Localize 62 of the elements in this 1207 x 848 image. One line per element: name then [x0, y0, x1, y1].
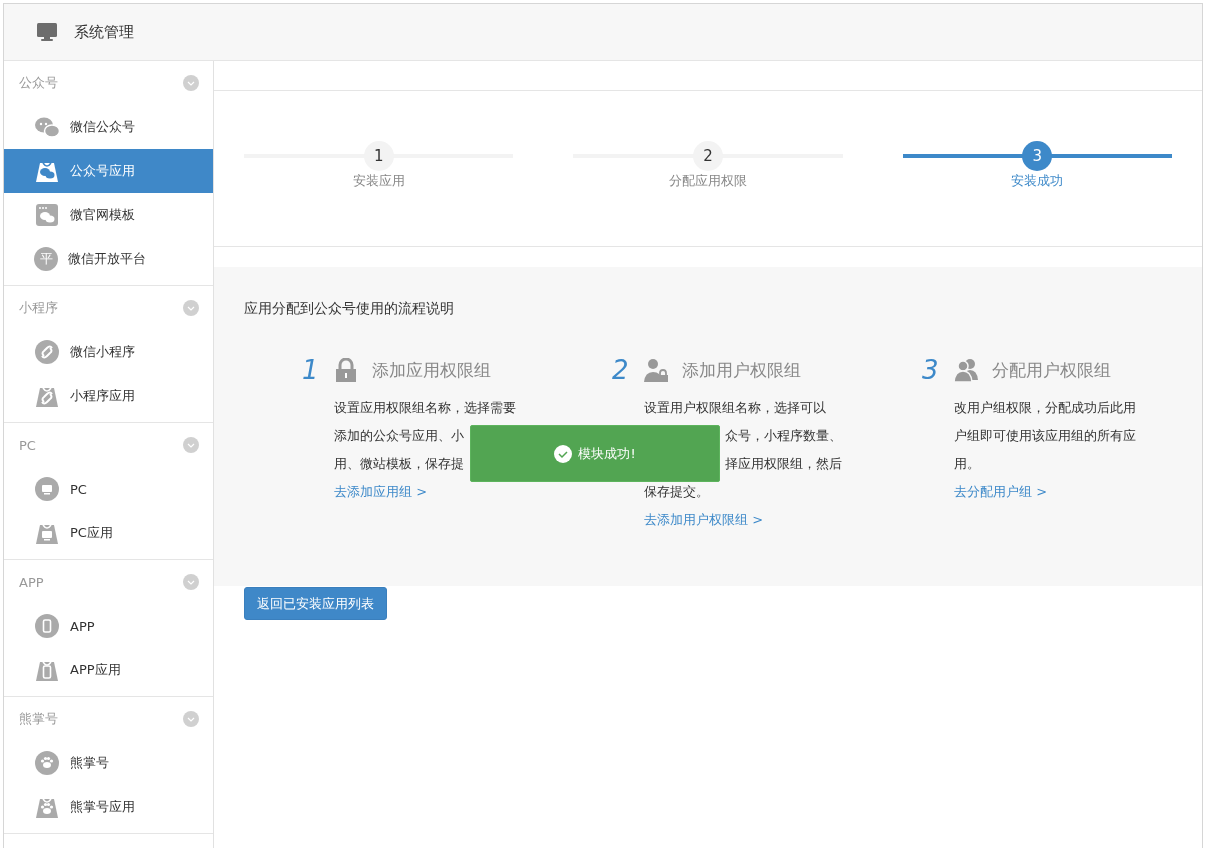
step-label: 安装成功 [1011, 172, 1064, 190]
description-text: 设置用户权限组名称，选择可以 [644, 399, 827, 417]
step-number: 1 [363, 141, 394, 171]
sidebar-item[interactable]: 熊掌号应用 [4, 785, 213, 829]
sidebar-item[interactable]: 微信小程序 [4, 330, 213, 374]
description-text: 用、微站模板，保存提 [334, 455, 465, 473]
chevron-icon[interactable] [183, 574, 199, 590]
step-number: 1 [302, 355, 320, 385]
sidebar-item[interactable]: 微官网模板 [4, 193, 213, 237]
sidebar-item[interactable]: PC应用 [4, 511, 213, 555]
check-icon [554, 444, 573, 463]
description-text: 保存提交。 [644, 483, 710, 501]
sidebar-item[interactable]: APP应用 [4, 648, 213, 692]
back-button[interactable]: 返回已安装应用列表 [244, 587, 387, 620]
link[interactable]: 去添加应用组 > [334, 478, 428, 506]
chevron-icon[interactable] [183, 437, 199, 453]
chevron-icon[interactable] [183, 75, 199, 91]
sidebar-item[interactable]: 熊掌号 [4, 741, 213, 785]
description-text: 户组即可使用该应用组的所有应 [954, 427, 1137, 445]
step-heading: 添加应用权限组 [372, 358, 491, 382]
step-number: 2 [693, 141, 723, 171]
chevron-icon[interactable] [183, 711, 199, 727]
chevron-icon[interactable] [183, 300, 199, 316]
step-label: 安装应用 [352, 172, 405, 190]
section-label: PC [19, 437, 36, 453]
link-icon [34, 339, 60, 365]
phone-icon [34, 613, 60, 639]
user-lock-icon [644, 358, 668, 382]
section-label: 熊掌号 [19, 710, 58, 728]
template-icon [34, 202, 60, 228]
paw-icon [34, 750, 60, 776]
sidebar-item[interactable]: APP [4, 604, 213, 648]
sidebar-item[interactable]: 微信公众号 [4, 105, 213, 149]
page-title: 系统管理 [74, 22, 134, 42]
monitor-icon [34, 476, 60, 502]
section-label: 公众号 [19, 74, 58, 92]
lock-icon [334, 358, 358, 382]
description-text: 设置应用权限组名称，选择需要 [334, 399, 517, 417]
step-number: 3 [922, 355, 940, 385]
description-text: 用。 [954, 455, 981, 473]
step-number: 3 [1022, 141, 1053, 171]
link[interactable]: 去添加用户权限组 > [644, 506, 764, 534]
step-heading: 分配用户权限组 [992, 358, 1111, 382]
step-heading: 添加用户权限组 [682, 358, 801, 382]
sidebar-item[interactable]: 公众号应用 [4, 149, 213, 193]
section-label: APP [19, 574, 44, 590]
sidebar-item[interactable]: 小程序应用 [4, 374, 213, 418]
description-text: 添加的公众号应用、小 [334, 427, 465, 445]
description-text: 改用户组权限，分配成功后此用 [954, 399, 1137, 417]
section-label: 小程序 [19, 299, 58, 317]
monitor-icon [36, 22, 58, 42]
link[interactable]: 去分配用户组 > [954, 478, 1048, 506]
description-text: 择应用权限组，然后 [724, 455, 842, 473]
step-label: 分配应用权限 [669, 172, 747, 190]
sidebar-item[interactable]: 平 微信开放平台 [4, 237, 213, 281]
section-title: 应用分配到公众号使用的流程说明 [244, 299, 455, 318]
step-number: 2 [612, 355, 630, 385]
toast-message: 模块成功! [578, 444, 636, 463]
badge-icon: 平 [34, 247, 58, 271]
description-text: 众号，小程序数量、 [724, 427, 842, 445]
sidebar-item[interactable]: PC [4, 467, 213, 511]
users-icon [954, 358, 978, 382]
